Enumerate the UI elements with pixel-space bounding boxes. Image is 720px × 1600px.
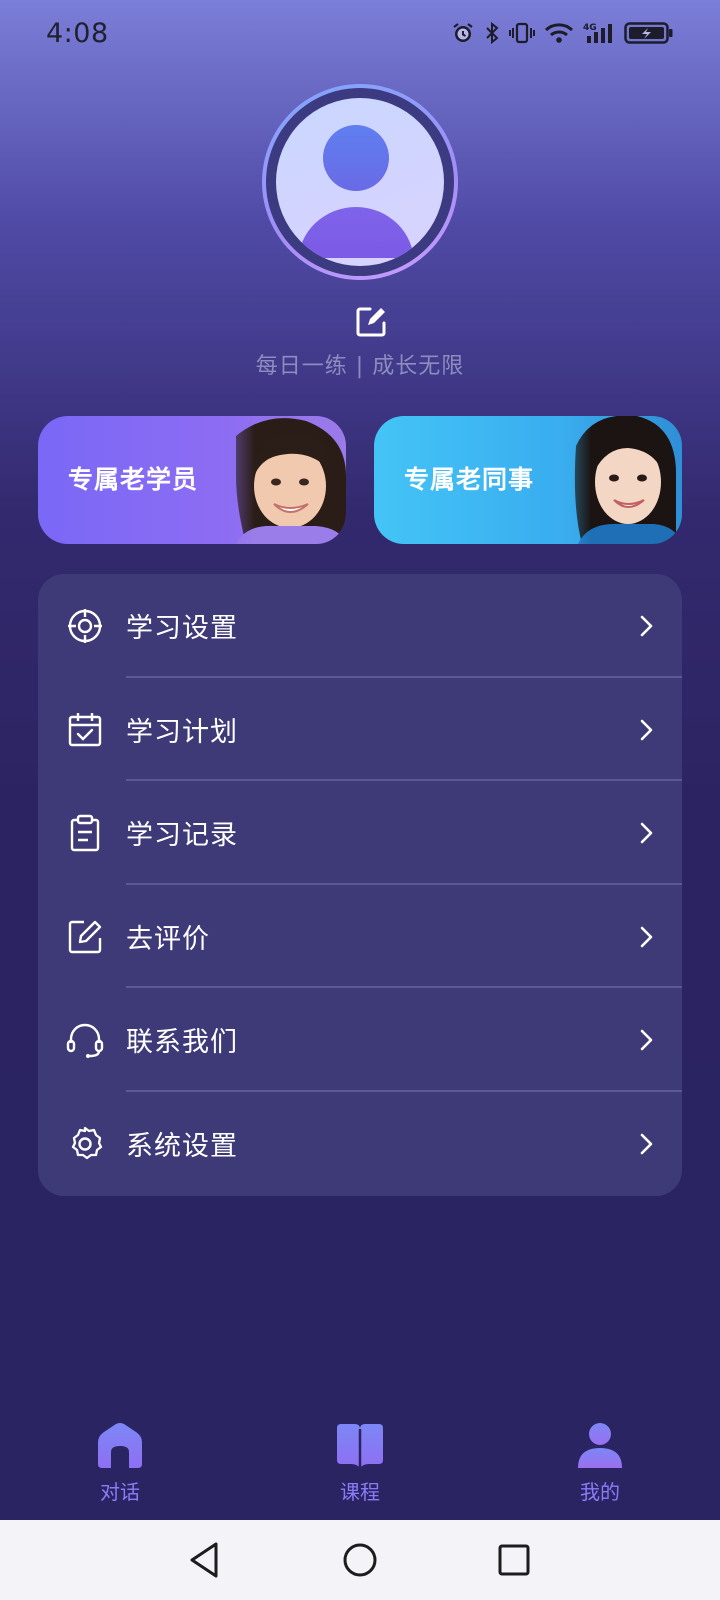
card-veteran-colleague[interactable]: 专属老同事 bbox=[374, 416, 682, 544]
calendar-check-icon bbox=[68, 712, 102, 746]
default-user-avatar-icon bbox=[276, 98, 444, 266]
book-icon bbox=[337, 1424, 383, 1468]
menu-item-system-settings[interactable]: 系统设置 bbox=[38, 1092, 682, 1196]
clipboard-icon bbox=[70, 814, 100, 852]
menu-item-study-record[interactable]: 学习记录 bbox=[38, 781, 682, 885]
signal-4g-icon: 4G bbox=[583, 23, 612, 43]
tab-chat[interactable]: 对话 bbox=[60, 1422, 180, 1505]
menu-item-label: 系统设置 bbox=[126, 1130, 238, 1162]
slogan: 每日一练 | 成长无限 bbox=[255, 354, 465, 379]
headset-icon bbox=[66, 1024, 104, 1059]
avatar[interactable] bbox=[262, 84, 458, 280]
smiling-girl-photo bbox=[206, 416, 346, 544]
chevron-right-icon bbox=[640, 1133, 653, 1155]
network-label: 4G bbox=[583, 23, 597, 33]
chevron-right-icon bbox=[640, 1030, 653, 1051]
user-icon bbox=[578, 1423, 622, 1468]
menu-item-label: 去评价 bbox=[126, 923, 210, 955]
system-nav-bar bbox=[0, 1520, 720, 1600]
chevron-right-icon bbox=[640, 719, 653, 740]
tab-courses[interactable]: 课程 bbox=[300, 1422, 420, 1505]
bottom-tab-bar: 对话 课程 我的 bbox=[0, 1410, 720, 1520]
home-circle-icon[interactable] bbox=[340, 1540, 380, 1580]
wifi-icon bbox=[544, 23, 574, 43]
tab-mine[interactable]: 我的 bbox=[540, 1422, 660, 1505]
target-icon bbox=[68, 609, 102, 643]
menu-item-label: 学习计划 bbox=[126, 716, 238, 748]
menu-item-label: 学习记录 bbox=[126, 820, 238, 852]
menu-item-rate[interactable]: 去评价 bbox=[38, 885, 682, 989]
battery-charging-icon bbox=[624, 22, 673, 44]
menu-item-label: 学习设置 bbox=[126, 613, 238, 644]
status-time: 4:08 bbox=[46, 17, 109, 49]
menu-item-contact-us[interactable]: 联系我们 bbox=[38, 988, 682, 1092]
menu-item-label: 联系我们 bbox=[126, 1027, 238, 1059]
edit-note-icon bbox=[68, 920, 102, 953]
home-icon bbox=[98, 1423, 142, 1468]
chevron-right-icon bbox=[640, 926, 653, 948]
chevron-right-icon bbox=[640, 615, 653, 637]
card-veteran-student[interactable]: 专属老学员 bbox=[38, 416, 346, 544]
tab-label: 对话 bbox=[100, 1480, 140, 1504]
edit-icon[interactable] bbox=[354, 305, 388, 339]
recents-icon[interactable] bbox=[494, 1540, 534, 1580]
menu-item-study-plan[interactable]: 学习计划 bbox=[38, 678, 682, 782]
bluetooth-icon bbox=[486, 21, 499, 45]
card-label: 专属老学员 bbox=[68, 465, 199, 494]
vibrate-icon bbox=[509, 22, 535, 44]
status-icons: 4G bbox=[451, 21, 674, 45]
tab-label: 课程 bbox=[340, 1480, 380, 1504]
card-label: 专属老同事 bbox=[404, 465, 535, 494]
menu-item-study-settings[interactable]: 学习设置 bbox=[38, 574, 682, 678]
back-icon[interactable] bbox=[186, 1540, 222, 1580]
gear-icon bbox=[71, 1126, 103, 1160]
tab-label: 我的 bbox=[580, 1480, 620, 1504]
chevron-right-icon bbox=[640, 822, 653, 844]
alarm-icon bbox=[453, 23, 473, 42]
status-bar: 4:08 4G bbox=[0, 0, 720, 66]
settings-menu: 学习设置 学习计划 学习记录 去评价 联系我们 系统设置 bbox=[38, 574, 682, 1196]
smiling-woman-photo bbox=[542, 416, 682, 544]
